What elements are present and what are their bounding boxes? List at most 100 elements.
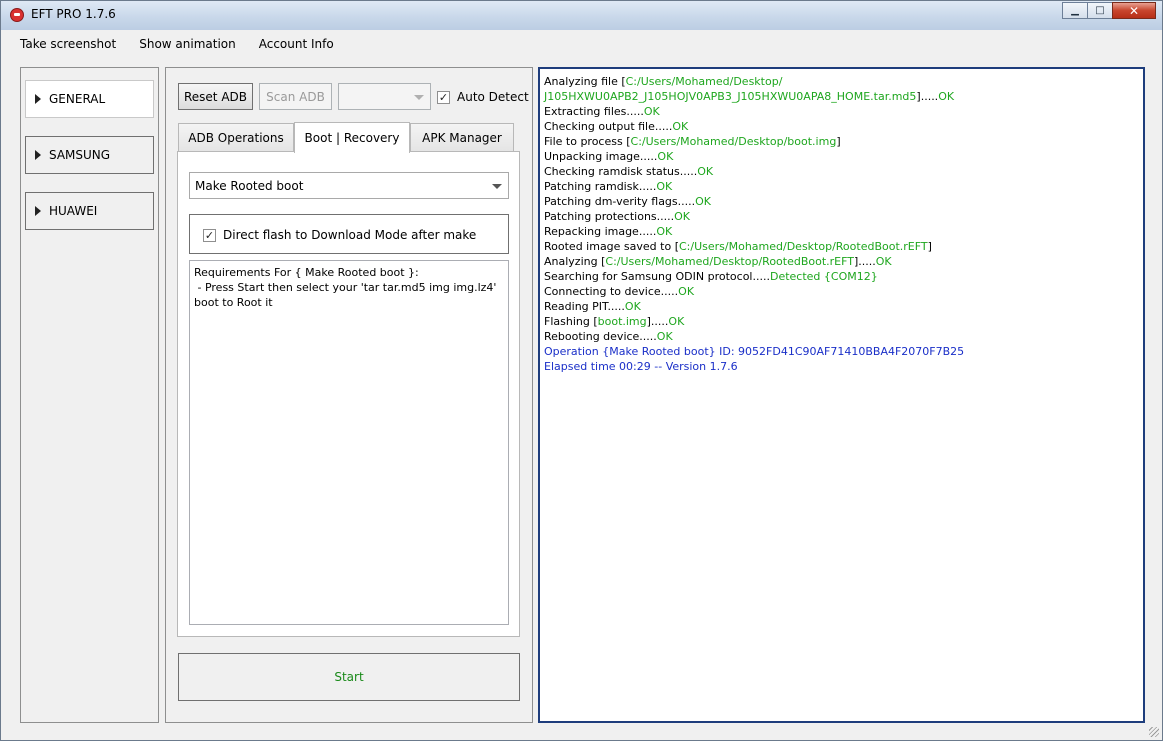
- log-segment: Patching ramdisk.....: [544, 180, 657, 193]
- maximize-icon: □: [1095, 5, 1105, 16]
- log-line: Searching for Samsung ODIN protocol.....…: [544, 269, 1139, 284]
- app-logo-icon: [10, 8, 24, 22]
- direct-flash-option[interactable]: ✓ Direct flash to Download Mode after ma…: [203, 228, 476, 242]
- log-line: Connecting to device.....OK: [544, 284, 1139, 299]
- chevron-down-icon: [492, 183, 502, 189]
- log-line: Operation {Make Rooted boot} ID: 9052FD4…: [544, 344, 1139, 359]
- log-segment: OK: [672, 120, 689, 133]
- log-segment: Detected {COM12}: [769, 270, 878, 283]
- log-line: Elapsed time 00:29 -- Version 1.7.6: [544, 359, 1139, 374]
- auto-detect-checkbox[interactable]: ✓: [437, 90, 450, 104]
- log-line: Patching protections.....OK: [544, 209, 1139, 224]
- start-button[interactable]: Start: [178, 653, 520, 701]
- log-segment: OK: [697, 165, 714, 178]
- menu-show-animation[interactable]: Show animation: [128, 37, 248, 51]
- category-samsung[interactable]: SAMSUNG: [25, 136, 154, 174]
- menu-take-screenshot[interactable]: Take screenshot: [1, 37, 128, 51]
- log-segment: Checking ramdisk status.....: [544, 165, 698, 178]
- category-huawei[interactable]: HUAWEI: [25, 192, 154, 230]
- log-segment: OK: [668, 315, 685, 328]
- tab-boot-recovery[interactable]: Boot | Recovery: [294, 122, 410, 153]
- log-segment: Flashing [: [544, 315, 598, 328]
- log-line: File to process [C:/Users/Mohamed/Deskto…: [544, 134, 1139, 149]
- direct-flash-checkbox[interactable]: ✓: [203, 228, 216, 242]
- category-label: GENERAL: [49, 92, 106, 106]
- log-segment: C:/Users/Mohamed/Desktop/RootedBoot.rEFT: [679, 240, 928, 253]
- direct-flash-group: ✓ Direct flash to Download Mode after ma…: [189, 214, 509, 254]
- log-line: Patching ramdisk.....OK: [544, 179, 1139, 194]
- minimize-button[interactable]: ▁: [1062, 2, 1088, 19]
- log-segment: Patching dm-verity flags.....: [544, 195, 696, 208]
- log-segment: OK: [674, 210, 691, 223]
- log-line: Checking output file.....OK: [544, 119, 1139, 134]
- device-select[interactable]: [338, 83, 431, 110]
- checkmark-icon: ✓: [438, 90, 449, 104]
- log-segment: Connecting to device.....: [544, 285, 679, 298]
- log-line: J105HXWU0APB2_J105HOJV0APB3_J105HXWU0APA…: [544, 89, 1139, 104]
- resize-grip-icon[interactable]: [1149, 727, 1159, 737]
- log-segment: Operation {Make Rooted boot} ID: 9052FD4…: [544, 345, 965, 358]
- log-segment: C:/Users/Mohamed/Desktop/boot.img: [630, 135, 837, 148]
- log-segment: Repacking image.....: [544, 225, 657, 238]
- log-segment: Analyzing file [: [544, 75, 626, 88]
- log-line: Patching dm-verity flags.....OK: [544, 194, 1139, 209]
- log-segment: Reading PIT.....: [544, 300, 625, 313]
- log-segment: OK: [875, 255, 892, 268]
- log-segment: Elapsed time 00:29 -- Version 1.7.6: [544, 360, 738, 373]
- log-line: Repacking image.....OK: [544, 224, 1139, 239]
- log-line: Rooted image saved to [C:/Users/Mohamed/…: [544, 239, 1139, 254]
- log-segment: OK: [624, 300, 641, 313]
- log-line: Reading PIT.....OK: [544, 299, 1139, 314]
- menu-account-info[interactable]: Account Info: [248, 37, 346, 51]
- tab-adb-operations[interactable]: ADB Operations: [178, 123, 294, 152]
- log-segment: File to process [: [544, 135, 631, 148]
- log-segment: OK: [643, 105, 660, 118]
- scan-adb-button[interactable]: Scan ADB: [259, 83, 332, 110]
- direct-flash-label: Direct flash to Download Mode after make: [223, 228, 477, 242]
- log-segment: OK: [656, 225, 673, 238]
- log-segment: Rebooting device.....: [544, 330, 657, 343]
- expand-arrow-icon: [35, 206, 41, 216]
- requirements-textbox[interactable]: Requirements For { Make Rooted boot }: -…: [189, 260, 509, 625]
- close-button[interactable]: ✕: [1112, 2, 1156, 19]
- log-segment: Extracting files.....: [544, 105, 644, 118]
- auto-detect-option[interactable]: ✓ Auto Detect: [437, 90, 529, 104]
- menu-bar: Take screenshot Show animation Account I…: [1, 30, 1162, 58]
- log-segment: Patching protections.....: [544, 210, 675, 223]
- log-segment: boot.img: [597, 315, 647, 328]
- log-line: Analyzing [C:/Users/Mohamed/Desktop/Root…: [544, 254, 1139, 269]
- log-segment: C:/Users/Mohamed/Desktop/RootedBoot.rEFT: [605, 255, 854, 268]
- reset-adb-button[interactable]: Reset ADB: [178, 83, 253, 110]
- log-line: Extracting files.....OK: [544, 104, 1139, 119]
- log-segment: OK: [678, 285, 695, 298]
- log-segment: ].....: [916, 90, 939, 103]
- log-segment: OK: [656, 330, 673, 343]
- log-segment: ]: [927, 240, 932, 253]
- chevron-down-icon: [414, 94, 424, 100]
- log-segment: OK: [656, 180, 673, 193]
- log-line: Analyzing file [C:/Users/Mohamed/Desktop…: [544, 74, 1139, 89]
- maximize-button[interactable]: □: [1087, 2, 1113, 19]
- log-line: Unpacking image.....OK: [544, 149, 1139, 164]
- checkmark-icon: ✓: [204, 228, 215, 242]
- log-segment: ].....: [853, 255, 876, 268]
- log-line: Rebooting device.....OK: [544, 329, 1139, 344]
- log-segment: OK: [938, 90, 955, 103]
- category-general[interactable]: GENERAL: [25, 80, 154, 118]
- log-line: Checking ramdisk status.....OK: [544, 164, 1139, 179]
- log-segment: C:/Users/Mohamed/Desktop/: [625, 75, 783, 88]
- expand-arrow-icon: [35, 150, 41, 160]
- log-segment: J105HXWU0APB2_J105HOJV0APB3_J105HXWU0APA…: [544, 90, 917, 103]
- log-segment: ]: [836, 135, 841, 148]
- window-title: EFT PRO 1.7.6: [31, 7, 116, 21]
- log-segment: Searching for Samsung ODIN protocol.....: [544, 270, 770, 283]
- log-segment: Unpacking image.....: [544, 150, 658, 163]
- operation-select-value: Make Rooted boot: [195, 179, 304, 193]
- log-line: Flashing [boot.img].....OK: [544, 314, 1139, 329]
- title-bar[interactable]: EFT PRO 1.7.6 ▁ □ ✕: [1, 1, 1162, 31]
- category-label: HUAWEI: [49, 204, 98, 218]
- app-window: EFT PRO 1.7.6 ▁ □ ✕ Take screenshot Show…: [0, 0, 1163, 741]
- tab-apk-manager[interactable]: APK Manager: [410, 123, 514, 152]
- log-output[interactable]: Analyzing file [C:/Users/Mohamed/Desktop…: [538, 67, 1145, 723]
- operation-select[interactable]: Make Rooted boot: [189, 172, 509, 199]
